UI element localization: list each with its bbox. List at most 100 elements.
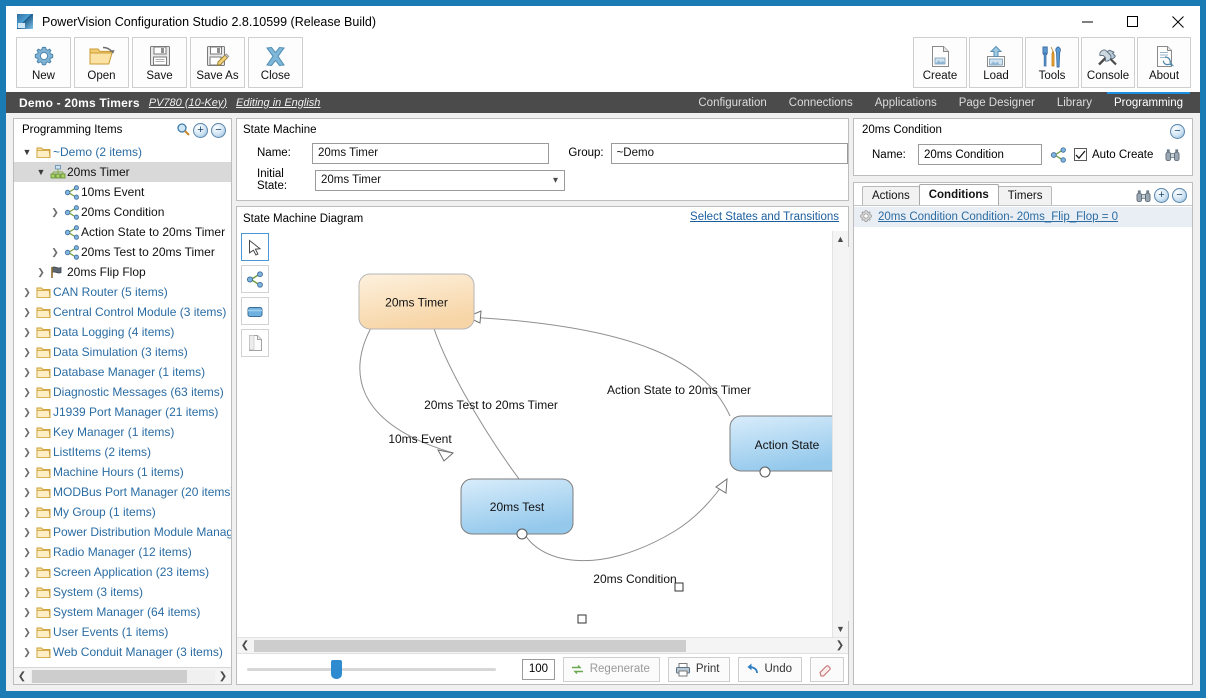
tree-item[interactable]: ❯ Web Conduit Manager (3 items) <box>14 642 231 662</box>
programming-items-tree[interactable]: ▼ ~Demo (2 items) ▼ 20ms Timer 10ms Event ❯ 20… <box>14 141 231 667</box>
chevron-right-icon[interactable]: ❯ <box>20 307 34 318</box>
tree-item[interactable]: ▼ 20ms Timer <box>14 162 231 182</box>
save-button[interactable]: Save <box>132 37 187 88</box>
scroll-right-arrow[interactable]: ❯ <box>215 671 231 682</box>
horizontal-scroll-track[interactable] <box>253 639 832 653</box>
transition-tool[interactable] <box>241 265 269 293</box>
chevron-down-icon[interactable]: ▼ <box>20 147 34 157</box>
zoom-slider-thumb[interactable] <box>331 660 342 679</box>
diagram-vertical-scrollbar[interactable]: ▲ ▼ <box>832 231 849 637</box>
chevron-right-icon[interactable]: ❯ <box>20 547 34 558</box>
tree-item[interactable]: ❯ Data Logging (4 items) <box>14 322 231 342</box>
tree-item[interactable]: ❯ Database Manager (1 items) <box>14 362 231 382</box>
tab-actions[interactable]: Actions <box>862 186 920 205</box>
chevron-right-icon[interactable]: ❯ <box>20 587 34 598</box>
conditions-list[interactable]: 20ms Condition Condition- 20ms_Flip_Flop… <box>854 206 1192 684</box>
tree-item[interactable]: ❯ 20ms Test to 20ms Timer <box>14 242 231 262</box>
chevron-right-icon[interactable]: ❯ <box>20 367 34 378</box>
horizontal-scroll-thumb[interactable] <box>254 639 686 652</box>
tab-conditions[interactable]: Conditions <box>918 184 999 205</box>
tree-item[interactable]: ❯ User Events (1 items) <box>14 622 231 642</box>
pointer-tool[interactable] <box>241 233 269 261</box>
tree-item[interactable]: ❯ System (3 items) <box>14 582 231 602</box>
group-input[interactable]: ~Demo <box>610 142 849 164</box>
nav-tab-library[interactable]: Library <box>1046 92 1103 113</box>
scroll-down-arrow[interactable]: ▼ <box>833 621 849 637</box>
chevron-right-icon[interactable]: ❯ <box>20 327 34 338</box>
chevron-right-icon[interactable]: ❯ <box>48 247 62 258</box>
chevron-right-icon[interactable]: ❯ <box>20 407 34 418</box>
nav-tab-page-designer[interactable]: Page Designer <box>948 92 1046 113</box>
chevron-right-icon[interactable]: ❯ <box>20 527 34 538</box>
tree-item[interactable]: ❯ MODBus Port Manager (20 items) <box>14 482 231 502</box>
remove-icon[interactable]: − <box>211 123 226 138</box>
auto-create-checkbox[interactable] <box>1074 148 1087 161</box>
regenerate-button[interactable]: Regenerate <box>562 656 660 682</box>
chevron-right-icon[interactable]: ❯ <box>20 427 34 438</box>
erase-button[interactable] <box>810 656 844 682</box>
diagram-canvas[interactable]: 20ms Timer 20ms Test Action State 10ms E… <box>275 231 832 637</box>
find-icon[interactable] <box>1165 148 1180 161</box>
collapse-icon[interactable]: − <box>1170 124 1185 139</box>
scroll-left-arrow[interactable]: ❮ <box>237 640 253 651</box>
chevron-right-icon[interactable]: ❯ <box>20 647 34 658</box>
tree-item[interactable]: ❯ System Manager (64 items) <box>14 602 231 622</box>
chevron-down-icon[interactable]: ▼ <box>34 167 48 177</box>
chevron-right-icon[interactable]: ❯ <box>20 347 34 358</box>
chevron-right-icon[interactable]: ❯ <box>20 387 34 398</box>
chevron-right-icon[interactable]: ❯ <box>20 487 34 498</box>
console-button[interactable]: Console <box>1081 37 1135 88</box>
nav-tab-applications[interactable]: Applications <box>864 92 948 113</box>
vertical-scroll-track[interactable] <box>832 247 849 621</box>
chevron-right-icon[interactable]: ❯ <box>20 507 34 518</box>
tree-item[interactable]: ❯ Screen Application (23 items) <box>14 562 231 582</box>
tree-item[interactable]: ❯ My Group (1 items) <box>14 502 231 522</box>
diagram-horizontal-scrollbar[interactable]: ❮ ❯ <box>237 637 848 653</box>
scroll-up-arrow[interactable]: ▲ <box>833 231 849 247</box>
tree-item[interactable]: ❯ Diagnostic Messages (63 items) <box>14 382 231 402</box>
tree-item[interactable]: ❯ 20ms Condition <box>14 202 231 222</box>
nav-tab-programming[interactable]: Programming <box>1103 92 1194 113</box>
select-states-transitions-link[interactable]: Select States and Transitions <box>690 211 839 223</box>
initial-state-select[interactable]: 20ms Timer ▾ <box>315 169 565 191</box>
tree-item[interactable]: ❯ Key Manager (1 items) <box>14 422 231 442</box>
tree-item[interactable]: ❯ Data Simulation (3 items) <box>14 342 231 362</box>
maximize-button[interactable] <box>1110 6 1155 37</box>
chevron-right-icon[interactable]: ❯ <box>20 567 34 578</box>
list-item-label[interactable]: 20ms Condition Condition- 20ms_Flip_Flop… <box>878 211 1118 223</box>
scroll-track[interactable] <box>30 669 215 683</box>
print-button[interactable]: Print <box>667 656 730 682</box>
about-button[interactable]: About <box>1137 37 1191 88</box>
open-button[interactable]: Open <box>74 37 129 88</box>
language-link[interactable]: Editing in English <box>236 97 320 109</box>
scroll-left-arrow[interactable]: ❮ <box>14 671 30 682</box>
zoom-slider[interactable] <box>247 660 497 679</box>
chevron-right-icon[interactable]: ❯ <box>20 447 34 458</box>
find-icon[interactable] <box>1136 189 1151 202</box>
search-icon[interactable] <box>176 122 190 139</box>
tree-item[interactable]: ❯ 20ms Flip Flop <box>14 262 231 282</box>
chevron-right-icon[interactable]: ❯ <box>34 267 48 278</box>
tools-button[interactable]: Tools <box>1025 37 1079 88</box>
transition-icon[interactable] <box>1050 146 1067 163</box>
tree-item[interactable]: ▼ ~Demo (2 items) <box>14 142 231 162</box>
chevron-right-icon[interactable]: ❯ <box>20 627 34 638</box>
zoom-value[interactable]: 100 <box>522 658 555 680</box>
tree-item[interactable]: ❯ Power Distribution Module Manag <box>14 522 231 542</box>
list-item[interactable]: 20ms Condition Condition- 20ms_Flip_Flop… <box>854 207 1192 227</box>
tree-item[interactable]: ❯ Radio Manager (12 items) <box>14 542 231 562</box>
add-icon[interactable]: + <box>1154 188 1169 203</box>
condition-name-input[interactable]: 20ms Condition <box>918 144 1042 165</box>
nav-tab-configuration[interactable]: Configuration <box>687 92 777 113</box>
tree-item[interactable]: ❯ Machine Hours (1 items) <box>14 462 231 482</box>
create-button[interactable]: Create <box>913 37 967 88</box>
close-project-button[interactable]: Close <box>248 37 303 88</box>
tree-item[interactable]: 10ms Event <box>14 182 231 202</box>
remove-icon[interactable]: − <box>1172 188 1187 203</box>
tree-item[interactable]: ❯ ListItems (2 items) <box>14 442 231 462</box>
add-icon[interactable]: + <box>193 123 208 138</box>
new-button[interactable]: New <box>16 37 71 88</box>
load-button[interactable]: Load <box>969 37 1023 88</box>
device-link[interactable]: PV780 (10-Key) <box>149 97 227 109</box>
close-button[interactable] <box>1155 6 1200 37</box>
